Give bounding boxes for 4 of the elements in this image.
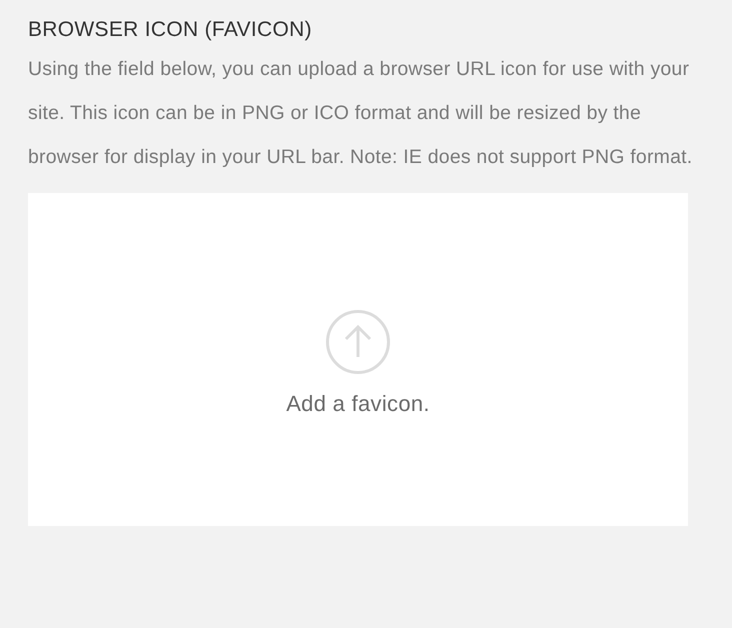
section-title: BROWSER ICON (FAVICON) (28, 17, 313, 43)
upload-dropzone[interactable]: Add a favicon. (28, 193, 688, 526)
upload-label: Add a favicon. (286, 390, 430, 416)
description-text: Using the field below, you can upload a browser URL icon for use with your site. This icon can be in PNG or ICO format and will be resized by the browser for display in your URL bar. Note: IE does not support PNG format. (28, 57, 694, 170)
